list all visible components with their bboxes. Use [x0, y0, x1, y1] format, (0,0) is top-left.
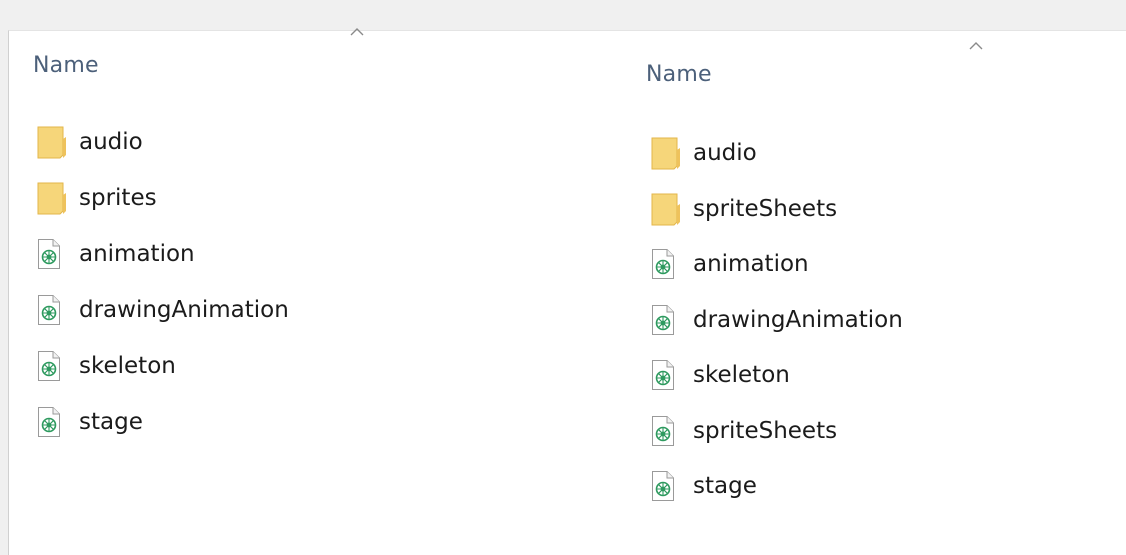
- explorer-comparison: Name audio sprites animation drawingAnimati…: [0, 0, 1126, 555]
- file-item[interactable]: drawingAnimation: [37, 290, 289, 330]
- file-item[interactable]: spriteSheets: [651, 411, 837, 451]
- item-name: sprites: [79, 185, 157, 211]
- folder-item[interactable]: spriteSheets: [651, 189, 837, 229]
- file-item[interactable]: skeleton: [37, 346, 176, 386]
- json-file-icon: [651, 469, 681, 503]
- json-file-icon: [651, 358, 681, 392]
- item-name: stage: [79, 409, 143, 435]
- json-file-icon: [37, 349, 67, 383]
- folder-item[interactable]: audio: [37, 122, 143, 162]
- right-file-list-pane: Name audio spriteSheets animation drawingAn…: [621, 30, 1126, 555]
- file-item[interactable]: drawingAnimation: [651, 300, 903, 340]
- folder-item[interactable]: audio: [651, 133, 757, 173]
- folder-item[interactable]: sprites: [37, 178, 157, 218]
- item-name: skeleton: [79, 353, 176, 379]
- item-name: audio: [693, 140, 757, 166]
- name-column-header[interactable]: Name: [646, 62, 712, 87]
- item-name: animation: [693, 251, 809, 277]
- item-name: spriteSheets: [693, 195, 838, 222]
- item-name: audio: [79, 129, 143, 155]
- sort-ascending-caret-icon: [968, 41, 984, 51]
- json-file-icon: [651, 414, 681, 448]
- item-name: stage: [693, 473, 757, 499]
- file-item[interactable]: stage: [37, 402, 143, 442]
- name-column-header[interactable]: Name: [33, 53, 99, 78]
- item-name: spriteSheets: [693, 417, 838, 444]
- json-file-icon: [37, 237, 67, 271]
- json-file-icon: [651, 247, 681, 281]
- item-name: skeleton: [693, 362, 790, 388]
- json-file-icon: [37, 405, 67, 439]
- file-item[interactable]: animation: [651, 244, 809, 284]
- folder-icon: [651, 192, 681, 226]
- file-item[interactable]: stage: [651, 466, 757, 506]
- file-item[interactable]: animation: [37, 234, 195, 274]
- sort-ascending-caret-icon: [349, 27, 365, 37]
- item-name: animation: [79, 241, 195, 267]
- file-item[interactable]: skeleton: [651, 355, 790, 395]
- folder-icon: [37, 181, 67, 215]
- folder-icon: [651, 136, 681, 170]
- item-name: drawingAnimation: [693, 306, 903, 333]
- json-file-icon: [651, 303, 681, 337]
- left-file-list-pane: Name audio sprites animation drawingAnimati…: [8, 27, 621, 555]
- item-name: drawingAnimation: [79, 297, 289, 323]
- folder-icon: [37, 125, 67, 159]
- json-file-icon: [37, 293, 67, 327]
